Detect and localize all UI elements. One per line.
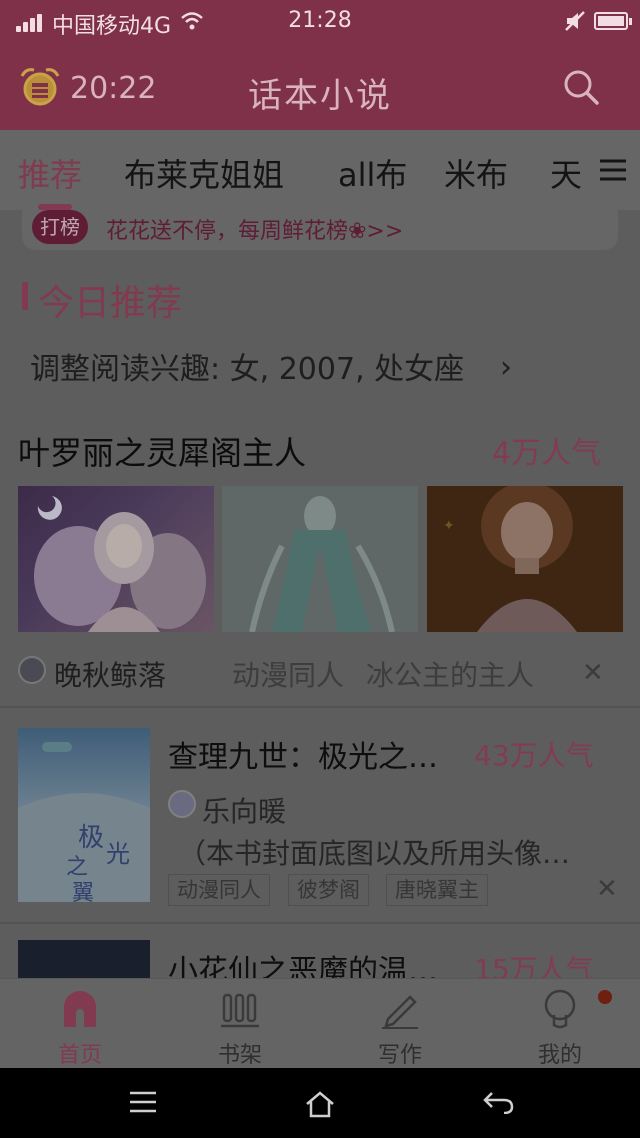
nav-home[interactable]: 首页 (0, 979, 160, 1069)
category-tabs: 推荐 布莱克姐姐 all布 米布 天 (0, 130, 640, 210)
bookshelf-icon (221, 993, 259, 1028)
nav-write[interactable]: 写作 (320, 979, 480, 1069)
tab-mi-bu[interactable]: 米布 (444, 150, 508, 196)
recent-apps-icon[interactable] (128, 1090, 158, 1114)
book-title[interactable]: 查理九世：极光之… (168, 732, 438, 776)
tab-recommend[interactable]: 推荐 (18, 150, 82, 196)
home-icon (64, 991, 96, 1027)
svg-text:极: 极 (78, 823, 104, 853)
tab-tian[interactable]: 天 (550, 150, 582, 196)
book-popularity: 15万人气 (474, 953, 594, 978)
back-icon[interactable] (482, 1090, 514, 1114)
app-header: 20:22 话本小说 (0, 44, 640, 130)
search-icon[interactable] (560, 66, 602, 108)
featured-popularity: 4万人气 (492, 436, 602, 471)
banner-text: 花花送不停，每周鲜花榜❀>> (106, 219, 404, 244)
flower-rank-banner[interactable]: 打榜 花花送不停，每周鲜花榜❀>> (22, 210, 618, 250)
book-cover[interactable]: 极 光 之 翼 (18, 728, 150, 906)
featured-tag[interactable]: 动漫同人 (232, 654, 344, 694)
featured-meta: 晚秋鲸落 动漫同人 冰公主的主人 ✕ (0, 648, 640, 708)
mute-icon (565, 11, 585, 31)
tab-black-sister[interactable]: 布莱克姐姐 (124, 150, 284, 196)
menu-icon[interactable] (598, 158, 628, 182)
book-cover[interactable] (18, 940, 150, 978)
notification-dot (598, 990, 612, 1004)
book-tag[interactable]: 彼梦阁 (288, 874, 369, 906)
chevron-right-icon[interactable]: › (500, 350, 512, 385)
battery-icon (594, 12, 632, 30)
featured-book-title[interactable]: 叶罗丽之灵犀阁主人 (18, 428, 306, 474)
page-title: 话本小说 (248, 76, 392, 116)
feed: 打榜 花花送不停，每周鲜花榜❀>> 今日推荐 调整阅读兴趣: 女, 2007, … (0, 210, 640, 978)
close-icon[interactable]: ✕ (582, 658, 604, 688)
nav-profile[interactable]: 我的 (480, 979, 640, 1069)
book-description: （本书封面底图以及所用头像… (178, 837, 571, 870)
svg-text:✦: ✦ (443, 518, 455, 534)
reading-interest-link[interactable]: 调整阅读兴趣: 女, 2007, 处女座 (30, 344, 464, 388)
section-title: 今日推荐 (38, 283, 183, 324)
author-avatar[interactable] (168, 790, 196, 818)
pencil-icon (382, 995, 418, 1029)
book-tag[interactable]: 动漫同人 (168, 874, 270, 906)
author-avatar[interactable] (18, 656, 46, 684)
status-bar: 中国移动4G 21:28 (0, 0, 640, 44)
svg-text:翼: 翼 (72, 881, 94, 902)
book-author[interactable]: 乐向暖 (202, 790, 286, 830)
tab-all-bu[interactable]: all布 (338, 150, 407, 196)
system-nav-bar (0, 1068, 640, 1138)
clock: 21:28 (288, 8, 352, 33)
featured-tag[interactable]: 冰公主的主人 (366, 654, 534, 694)
featured-image-doll-portrait[interactable]: ✦ (427, 486, 623, 632)
featured-image-angel-doll[interactable] (18, 486, 214, 632)
nav-bookshelf[interactable]: 书架 (160, 979, 320, 1069)
svg-text:光: 光 (106, 840, 130, 868)
svg-text:之: 之 (66, 855, 88, 880)
book-tag[interactable]: 唐晓翼主 (386, 874, 488, 906)
book-popularity: 43万人气 (474, 739, 594, 772)
featured-author[interactable]: 晚秋鲸落 (54, 654, 166, 694)
book-title[interactable]: 小花仙之恶魔的温… (168, 946, 438, 978)
rank-badge: 打榜 (32, 210, 88, 244)
home-button-icon[interactable] (304, 1090, 336, 1118)
bottom-nav: 首页 书架 写作 我的 (0, 978, 640, 1068)
featured-image-ice-princess[interactable] (222, 486, 418, 632)
close-icon[interactable]: ✕ (596, 874, 618, 904)
profile-icon (544, 989, 576, 1029)
